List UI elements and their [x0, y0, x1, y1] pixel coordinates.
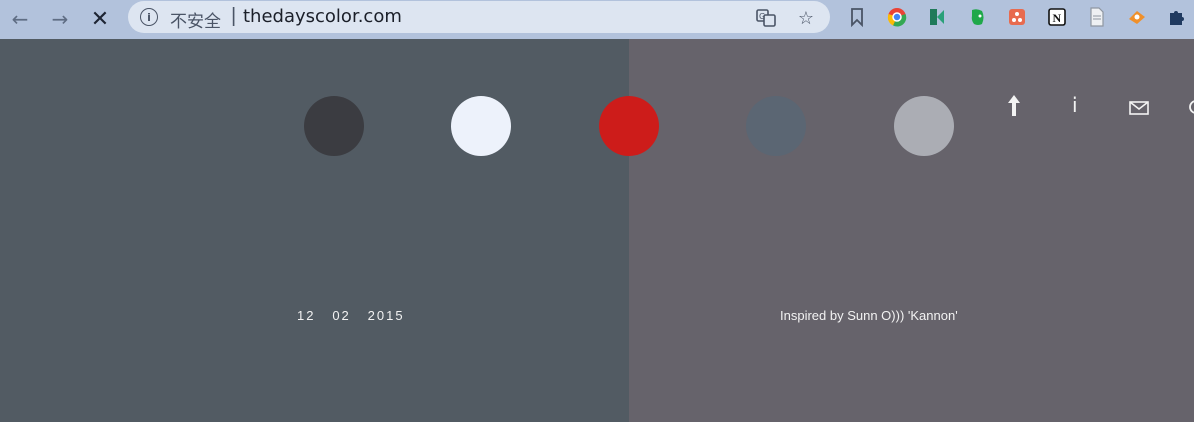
notion-icon[interactable]: N: [1046, 6, 1068, 28]
partial-cut-off-icon[interactable]: [1188, 97, 1194, 117]
right-color-panel: [629, 39, 1194, 422]
address-bar[interactable]: i 不安全 | thedayscolor.com G ☆: [128, 1, 830, 33]
stop-loading-icon[interactable]: ✕: [86, 5, 114, 33]
upload-icon[interactable]: [1005, 92, 1023, 120]
k-extension-icon[interactable]: [926, 6, 948, 28]
inspiration-credit: Inspired by Sunn O))) 'Kannon': [780, 308, 958, 323]
url-text[interactable]: thedayscolor.com: [243, 6, 402, 27]
address-separator: |: [231, 5, 237, 27]
mail-icon[interactable]: [1129, 100, 1149, 115]
date-year: 2015: [367, 308, 405, 323]
color-swatch[interactable]: [451, 96, 511, 156]
back-arrow-icon[interactable]: ←: [6, 5, 34, 33]
chrome-extension-icon[interactable]: [886, 6, 908, 28]
evernote-icon[interactable]: [966, 6, 988, 28]
color-swatch[interactable]: [894, 96, 954, 156]
orange-extension-icon[interactable]: [1126, 6, 1148, 28]
color-swatch[interactable]: [746, 96, 806, 156]
svg-text:N: N: [1053, 11, 1062, 25]
info-icon[interactable]: i: [140, 8, 158, 26]
mindmap-extension-icon[interactable]: [1006, 6, 1028, 28]
svg-text:G: G: [759, 12, 765, 21]
date-display: 12 02 2015: [297, 308, 405, 323]
forward-arrow-icon[interactable]: →: [46, 5, 74, 33]
security-label[interactable]: 不安全: [170, 7, 221, 32]
translate-icon[interactable]: G: [755, 7, 777, 29]
date-month: 02: [332, 308, 351, 323]
color-swatch[interactable]: [304, 96, 364, 156]
browser-toolbar: ← → ✕ i 不安全 | thedayscolor.com G ☆ N: [0, 0, 1194, 39]
extensions-puzzle-icon[interactable]: [1166, 6, 1188, 28]
document-icon[interactable]: [1086, 6, 1108, 28]
date-day: 12: [297, 308, 316, 323]
color-swatch[interactable]: [599, 96, 659, 156]
bookmark-star-icon[interactable]: ☆: [795, 7, 817, 29]
bookmark-icon[interactable]: [846, 6, 868, 28]
info-icon[interactable]: i: [1072, 93, 1078, 117]
left-color-panel: [0, 39, 629, 422]
